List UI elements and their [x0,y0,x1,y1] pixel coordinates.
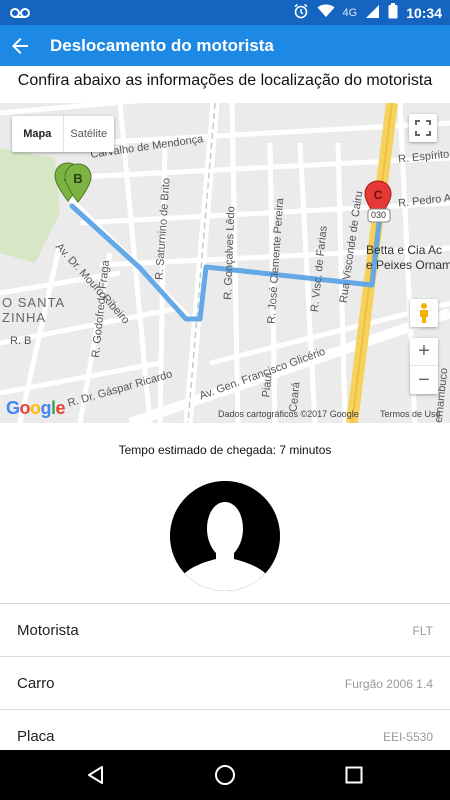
signal-icon [365,4,380,22]
map-type-map-button[interactable]: Mapa [12,116,63,152]
battery-icon [388,3,398,22]
status-bar: 4G 10:34 [0,0,450,25]
area-label: O SANTA [2,295,66,310]
voicemail-icon [10,6,30,24]
system-nav-bar [0,750,450,800]
map-type-satellite-button[interactable]: Satélite [62,116,115,152]
person-silhouette-icon [170,481,280,591]
alarm-icon [293,3,309,22]
pegman-icon[interactable] [410,299,438,327]
page-title: Deslocamento do motorista [50,36,274,55]
map-attribution: Dados cartográficos ©2017 Google [218,409,359,419]
app-screen: 4G 10:34 Deslocamento do motorista Confi… [0,0,450,800]
zoom-control: + − [410,338,438,394]
area-label: ZINHA [2,310,46,325]
nav-recents-icon[interactable] [340,761,368,789]
business-label: Betta e Cia Ac [366,243,443,257]
map-terms-link[interactable]: Termos de Uso [380,409,441,419]
status-time: 10:34 [406,4,442,21]
eta-text: Tempo estimado de chegada: 7 minutos [118,443,332,457]
wifi-icon [317,4,335,21]
detail-value: EEI-5530 [382,730,433,744]
svg-text:B: B [73,171,82,186]
map-type-control: Mapa Satélite [12,116,114,152]
zoom-out-button[interactable]: − [410,366,438,394]
detail-label: Carro [17,675,55,692]
nav-back-icon[interactable] [82,761,110,789]
nav-home-icon[interactable] [211,761,239,789]
detail-row-driver: Motorista FLT [0,604,450,657]
detail-value: Furgão 2006 1.4 [344,677,433,691]
app-bar: Deslocamento do motorista [0,25,450,66]
zoom-in-button[interactable]: + [410,338,438,366]
arrow-back-icon[interactable] [4,30,36,62]
business-label: e Peixes Ornam [366,258,450,272]
street-label: R. B [10,335,32,347]
google-logo: Google [6,398,66,418]
detail-value: FLT [412,624,433,638]
fullscreen-icon[interactable] [409,114,437,142]
driver-details-list: Motorista FLT Carro Furgão 2006 1.4 Plac… [0,603,450,763]
detail-row-car: Carro Furgão 2006 1.4 [0,657,450,710]
network-type: 4G [342,6,358,19]
map-view[interactable]: A B C Carvalho de Mendonça Av. Dr. Mouro… [0,103,450,423]
detail-label: Motorista [17,622,79,639]
road-badge: 030 [371,210,387,220]
detail-label: Placa [17,728,55,745]
svg-text:C: C [374,188,383,202]
page-subtitle: Confira abaixo as informações de localiz… [17,72,433,89]
